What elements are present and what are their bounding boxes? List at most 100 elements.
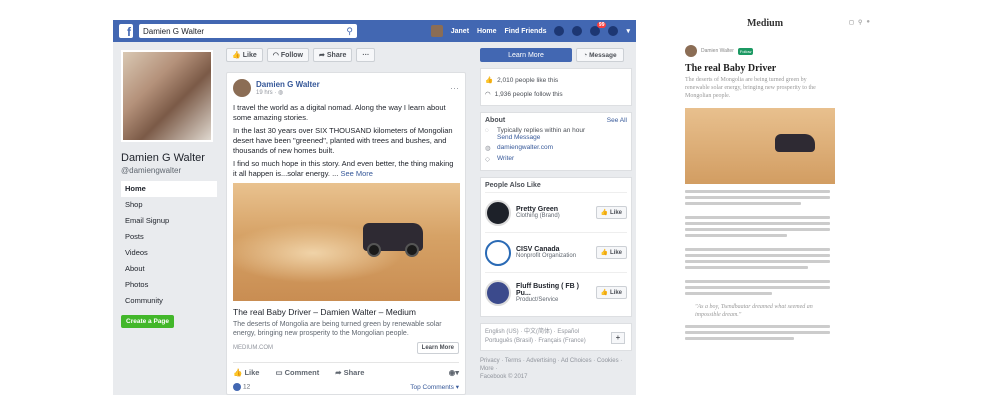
author-name[interactable]: Damien Walter bbox=[701, 48, 734, 54]
link-title[interactable]: The real Baby Driver – Damien Walter – M… bbox=[233, 307, 459, 317]
share-page-button[interactable]: ➦ Share bbox=[313, 48, 353, 62]
footer-links[interactable]: Privacy · Terms · Advertising · Ad Choic… bbox=[480, 357, 632, 373]
see-all-link[interactable]: See All bbox=[607, 117, 627, 124]
nav-videos[interactable]: Videos bbox=[121, 245, 217, 261]
page-stats: 👍 2,010 people like this ◠ 1,936 people fo… bbox=[480, 68, 632, 106]
page-actions: 👍 Like ◠ Follow ➦ Share ··· bbox=[226, 48, 376, 62]
people-also-like: People Also Like Pretty Green Clothing (B… bbox=[480, 177, 632, 317]
messenger-icon: ◔ bbox=[583, 51, 588, 59]
learn-more-button[interactable]: Learn More bbox=[480, 48, 572, 62]
rss-icon: ◠ bbox=[272, 52, 279, 59]
send-message-link[interactable]: Send Message bbox=[497, 134, 585, 141]
like-badge-icon bbox=[233, 383, 241, 391]
top-comments-dropdown[interactable]: Top Comments ▾ bbox=[410, 383, 459, 391]
post-options-icon[interactable]: ··· bbox=[450, 83, 459, 93]
learn-more-link-button[interactable]: Learn More bbox=[416, 342, 459, 354]
author-avatar[interactable] bbox=[233, 79, 251, 97]
nav-email-signup[interactable]: Email Signup bbox=[121, 213, 217, 229]
rally-car-image bbox=[775, 134, 815, 152]
footer: Privacy · Terms · Advertising · Ad Choic… bbox=[480, 357, 632, 381]
nav-posts[interactable]: Posts bbox=[121, 229, 217, 245]
post-time[interactable]: 19 hrs · bbox=[256, 90, 278, 96]
suggested-page: Fluff Busting ( FB ) Pu... Product/Servic… bbox=[485, 272, 627, 312]
tag-icon: ◇ bbox=[485, 156, 490, 163]
like-page-button[interactable]: 👍 Like bbox=[226, 48, 263, 62]
add-language-button[interactable]: + bbox=[611, 332, 625, 344]
profile-picture[interactable] bbox=[121, 50, 213, 142]
like-suggested-button[interactable]: 👍 Like bbox=[595, 246, 627, 259]
find-friends-link[interactable]: Find Friends bbox=[504, 28, 546, 35]
globe-icon: ◍ bbox=[278, 90, 284, 96]
like-suggested-button[interactable]: 👍 Like bbox=[595, 286, 627, 299]
dropdown-icon[interactable]: ▾ bbox=[626, 27, 630, 35]
link-description: The deserts of Mongolia are being turned… bbox=[233, 321, 442, 337]
website-link[interactable]: damiengwalter.com bbox=[497, 144, 553, 151]
comment-button[interactable]: ▭ Comment bbox=[275, 368, 319, 377]
search-icon[interactable]: ⚲ bbox=[858, 19, 862, 26]
post-card: Damien G Walter 19 hrs · ◍ ··· I travel t… bbox=[226, 72, 466, 395]
see-more-link[interactable]: See More bbox=[340, 169, 373, 178]
language-card: English (US) · 中文(简体) · Español Português… bbox=[480, 323, 632, 351]
article-subtitle: The deserts of Mongolia are being turned… bbox=[685, 77, 816, 99]
follow-button[interactable]: ◠ Follow bbox=[266, 48, 310, 62]
like-suggested-button[interactable]: 👍 Like bbox=[595, 206, 627, 219]
nav-shop[interactable]: Shop bbox=[121, 197, 217, 213]
link-source: MEDIUM.COM bbox=[233, 345, 273, 351]
follow-author-button[interactable]: Follow bbox=[737, 47, 754, 55]
page-title: Damien G Walter bbox=[121, 152, 205, 164]
rss-icon: ◠ bbox=[485, 91, 491, 98]
like-count[interactable]: 12 bbox=[233, 383, 250, 391]
help-icon[interactable] bbox=[608, 26, 619, 36]
nav-community[interactable]: Community bbox=[121, 293, 217, 309]
nav-home[interactable]: Home bbox=[121, 181, 217, 197]
facebook-logo-icon[interactable]: f bbox=[119, 24, 133, 38]
post-like-button[interactable]: 👍 Like bbox=[233, 368, 259, 377]
page-handle: @damiengwalter bbox=[121, 166, 182, 175]
suggested-page: CISV Canada Nonprofit Organization 👍 Like bbox=[485, 232, 627, 272]
article-body bbox=[685, 190, 830, 295]
user-avatar[interactable] bbox=[430, 25, 443, 37]
messages-icon[interactable] bbox=[572, 26, 583, 36]
user-name-link[interactable]: Janet bbox=[451, 28, 469, 35]
search-input[interactable]: Damien G Walter ⚲ bbox=[139, 24, 357, 38]
chat-icon: ◌ bbox=[485, 127, 489, 134]
medium-logo[interactable]: Medium bbox=[747, 18, 783, 29]
home-link[interactable]: Home bbox=[477, 28, 496, 35]
article-hero-image bbox=[685, 108, 835, 184]
post-share-button[interactable]: ➦ Share bbox=[335, 368, 364, 377]
friend-requests-icon[interactable] bbox=[554, 26, 565, 36]
reactions-dropdown-icon[interactable]: ◉▾ bbox=[449, 368, 459, 377]
category-link[interactable]: Writer bbox=[497, 155, 514, 162]
left-column: Damien G Walter @damiengwalter Home Shop… bbox=[121, 50, 217, 328]
thumbs-up-icon: 👍 bbox=[485, 77, 494, 84]
thumbs-up-icon: 👍 bbox=[232, 52, 241, 59]
more-button[interactable]: ··· bbox=[356, 48, 376, 62]
page-avatar[interactable] bbox=[485, 239, 511, 266]
share-icon: ➦ bbox=[319, 52, 325, 59]
top-bar: f Damien G Walter ⚲ Janet Home Find Frien… bbox=[113, 20, 636, 42]
language-links-2[interactable]: Português (Brasil) · Français (France) bbox=[485, 337, 627, 346]
notifications-icon[interactable]: 99 bbox=[590, 22, 607, 36]
search-icon[interactable]: ⚲ bbox=[346, 26, 353, 37]
nav-photos[interactable]: Photos bbox=[121, 277, 217, 293]
facebook-page: f Damien G Walter ⚲ Janet Home Find Frien… bbox=[113, 20, 636, 395]
page-avatar[interactable] bbox=[485, 199, 511, 226]
language-links[interactable]: English (US) · 中文(简体) · Español bbox=[485, 328, 627, 337]
bookmark-icon[interactable]: ◻ bbox=[849, 19, 854, 26]
post-actions: 👍 Like ▭ Comment ➦ Share ◉▾ bbox=[233, 362, 459, 377]
article-body-end bbox=[685, 325, 830, 340]
profile-icon[interactable]: ● bbox=[866, 19, 870, 26]
link-image[interactable] bbox=[233, 183, 460, 301]
suggested-page: Pretty Green Clothing (Brand) 👍 Like bbox=[485, 192, 627, 232]
nav-about[interactable]: About bbox=[121, 261, 217, 277]
pull-quote: "As a boy, Tsendbaatar dreamed what seem… bbox=[695, 304, 813, 318]
post-author[interactable]: Damien G Walter bbox=[256, 80, 320, 89]
create-page-button[interactable]: Create a Page bbox=[121, 315, 174, 328]
post-text: I travel the world as a digital nomad. A… bbox=[233, 103, 454, 178]
medium-article: Medium ◻ ⚲ ● Damien Walter Follow The real B… bbox=[660, 18, 870, 403]
message-button[interactable]: ◔ Message bbox=[576, 48, 624, 62]
notification-badge: 99 bbox=[596, 22, 607, 28]
page-avatar[interactable] bbox=[485, 279, 511, 306]
about-card: About See All ◌ Typically replies within a… bbox=[480, 112, 632, 171]
author-avatar[interactable] bbox=[685, 45, 697, 57]
